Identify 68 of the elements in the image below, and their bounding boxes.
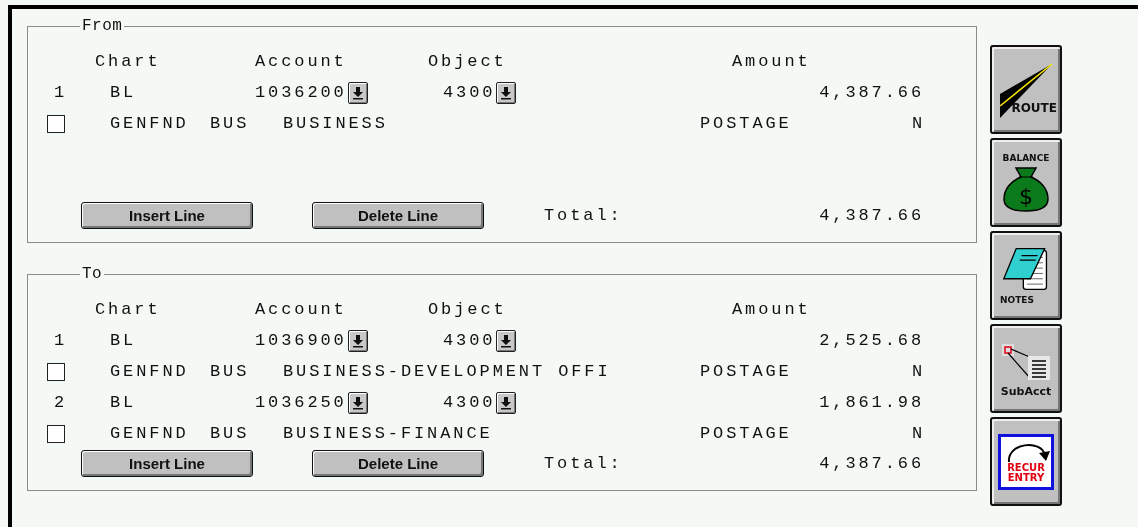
insert-line-button[interactable]: Insert Line [81,450,253,477]
balance-button[interactable]: BALANCE $ [990,138,1062,227]
object-code: 4300 [443,83,496,102]
column-header: Account [255,52,348,71]
column-header: Amount [732,300,811,319]
column-header: Object [428,300,508,319]
column-header: Amount [732,52,811,71]
notes-button[interactable]: NOTES [990,231,1062,320]
amount: 4,387.66 [818,83,925,102]
insert-line-button[interactable]: Insert Line [81,202,253,229]
notepad-icon [1002,245,1050,293]
account-name: BUSINESS [283,114,389,133]
checkbox[interactable] [47,114,65,133]
fund-code: GENFND [110,114,190,133]
sub-fund-code: BUS [210,114,251,133]
column-header: Object [428,52,508,71]
checkbox[interactable] [47,424,65,443]
column-header: Chart [95,300,162,319]
line-number: 1 [53,83,69,102]
fund-code: GENFND [110,362,190,381]
object-code: 4300 [443,393,496,412]
total-label: Total: [544,206,623,225]
account-number: 1036250 [255,393,347,412]
object-name: POSTAGE [700,424,793,443]
sub-fund-code: BUS [210,362,251,381]
delete-line-button[interactable]: Delete Line [312,202,484,229]
delete-line-button[interactable]: Delete Line [312,450,484,477]
dropdown-button[interactable] [347,329,368,352]
object-name: POSTAGE [700,114,793,133]
fund-code: GENFND [110,424,190,443]
sub-account-button[interactable]: SubAcct [990,324,1062,413]
line-number: 1 [53,331,69,350]
dropdown-button[interactable] [496,329,517,352]
account-name: BUSINESS-FINANCE [283,424,494,443]
checkbox[interactable] [47,362,65,381]
object-name: POSTAGE [700,362,793,381]
flag-text: N [912,114,927,133]
recurring-entry-button[interactable]: RECUR ENTRY [990,417,1062,506]
chart-code: BL [110,393,138,412]
amount: 1,861.98 [818,393,925,412]
flag-text: N [912,362,927,381]
dropdown-button[interactable] [347,81,368,104]
account-number: 1036200 [255,83,347,102]
sub-fund-code: BUS [210,424,251,443]
down-arrow-icon [351,395,364,410]
amount: 2,525.68 [818,331,925,350]
total-label: Total: [544,454,623,473]
flag-text: N [912,424,927,443]
down-arrow-icon [500,395,513,410]
dropdown-button[interactable] [496,391,517,414]
chart-code: BL [110,83,138,102]
column-header: Chart [95,52,162,71]
dropdown-button[interactable] [496,81,517,104]
route-button[interactable]: ROUTE [990,45,1062,134]
object-code: 4300 [443,331,496,350]
chart-code: BL [110,331,138,350]
account-name: BUSINESS-DEVELOPMENT OFFI [283,362,612,381]
money-bag-icon: $ [1002,166,1050,212]
down-arrow-icon [500,333,513,348]
dropdown-button[interactable] [347,391,368,414]
column-header: Account [255,300,348,319]
down-arrow-icon [500,85,513,100]
account-number: 1036900 [255,331,347,350]
down-arrow-icon [351,333,364,348]
down-arrow-icon [351,85,364,100]
total-amount: 4,387.66 [818,454,925,473]
line-number: 2 [53,393,69,412]
total-amount: 4,387.66 [818,206,925,225]
